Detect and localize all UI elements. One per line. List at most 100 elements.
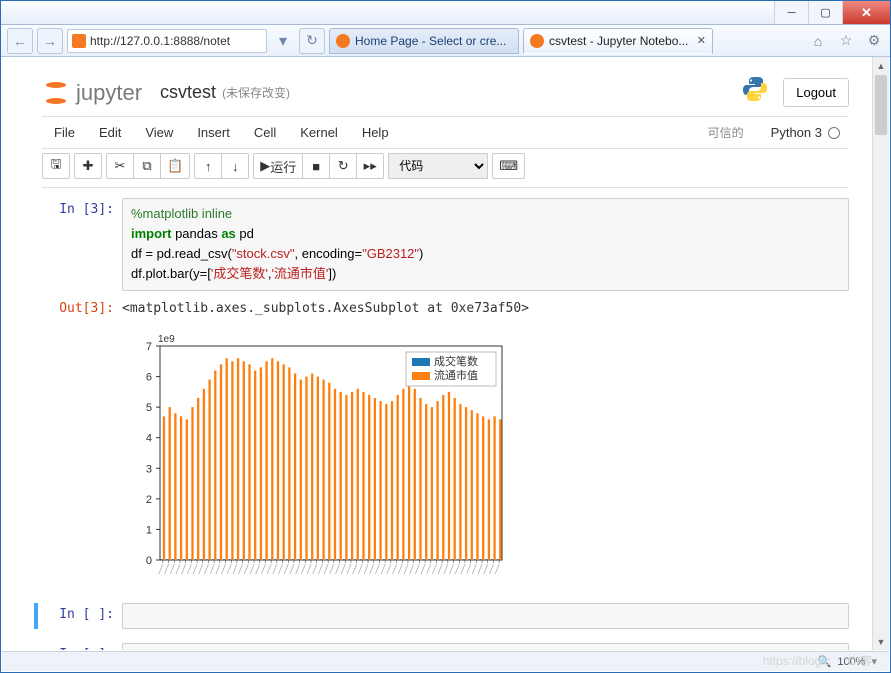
- code-input-area[interactable]: [122, 603, 849, 629]
- svg-text:4: 4: [146, 433, 152, 445]
- output-chart: 012345671e9成交笔数流通市值: [122, 320, 849, 597]
- run-button[interactable]: ▶ 运行: [253, 153, 303, 179]
- code-token: df = pd.read_csv(: [131, 246, 232, 261]
- input-prompt: In [ ]:: [42, 603, 122, 629]
- svg-text:6: 6: [146, 372, 152, 384]
- jupyter-logo[interactable]: jupyter: [42, 79, 142, 107]
- tab-label: Home Page - Select or cre...: [355, 34, 506, 48]
- kernel-indicator[interactable]: Python 3: [762, 121, 849, 144]
- window-maximize-button[interactable]: ▢: [808, 1, 842, 24]
- svg-text:0: 0: [146, 555, 152, 567]
- menu-file[interactable]: File: [42, 121, 87, 144]
- svg-text:1: 1: [146, 525, 152, 537]
- move-down-button[interactable]: ↓: [221, 153, 249, 179]
- run-label: 运行: [270, 157, 296, 176]
- input-prompt: In [3]:: [42, 198, 122, 291]
- dropdown-icon[interactable]: ▾: [271, 31, 295, 51]
- code-token: import: [131, 226, 171, 241]
- svg-text:1e9: 1e9: [158, 334, 175, 345]
- window-minimize-button[interactable]: ─: [774, 1, 808, 24]
- interrupt-button[interactable]: ■: [302, 153, 330, 179]
- tab-home-page[interactable]: Home Page - Select or cre...: [329, 28, 519, 54]
- output-cell-3: Out[3]: <matplotlib.axes._subplots.AxesS…: [42, 297, 849, 597]
- site-favicon-icon: [72, 34, 86, 48]
- code-cell-3[interactable]: In [3]: %matplotlib inline import pandas…: [42, 198, 849, 291]
- kernel-name: Python 3: [771, 125, 822, 140]
- jupyter-brand-text: jupyter: [76, 80, 142, 106]
- code-token: pandas: [171, 226, 221, 241]
- back-button[interactable]: ←: [7, 28, 33, 54]
- url-text: http://127.0.0.1:8888/notet: [90, 34, 230, 48]
- jupyter-header: jupyter csvtest (未保存改变) Logout: [42, 71, 849, 116]
- cell-type-select[interactable]: 代码: [388, 153, 488, 179]
- output-prompt: Out[3]:: [42, 297, 122, 597]
- code-token: "GB2312": [362, 246, 419, 261]
- jupyter-favicon-icon: [336, 34, 350, 48]
- tab-csvtest[interactable]: csvtest - Jupyter Notebo... ✕: [523, 28, 713, 54]
- zoom-magnifier-icon[interactable]: 🔍: [818, 655, 832, 668]
- tab-close-button[interactable]: ✕: [697, 34, 706, 47]
- copy-button[interactable]: ⧉: [133, 153, 161, 179]
- kernel-status-icon: [828, 127, 840, 139]
- save-button[interactable]: 🖫: [42, 153, 70, 179]
- python-logo-icon: [741, 75, 769, 110]
- restart-run-all-button[interactable]: ▸▸: [356, 153, 384, 179]
- forward-button[interactable]: →: [37, 28, 63, 54]
- add-cell-button[interactable]: ✚: [74, 153, 102, 179]
- zoom-level[interactable]: 100%: [837, 656, 865, 668]
- jupyter-favicon-icon: [530, 34, 544, 48]
- svg-text:5: 5: [146, 403, 152, 415]
- toolbar: 🖫 ✚ ✂ ⧉ 📋 ↑ ↓ ▶ 运行 ■ ↻ ▸▸ 代: [42, 148, 849, 188]
- empty-code-cell[interactable]: In [ ]:: [42, 643, 849, 650]
- code-token: pd: [236, 226, 254, 241]
- svg-text:流通市值: 流通市值: [434, 368, 478, 382]
- refresh-button[interactable]: ↻: [299, 28, 325, 54]
- code-token: , encoding=: [295, 246, 363, 261]
- input-prompt: In [ ]:: [42, 643, 122, 650]
- menu-view[interactable]: View: [133, 121, 185, 144]
- menu-kernel[interactable]: Kernel: [288, 121, 350, 144]
- cut-button[interactable]: ✂: [106, 153, 134, 179]
- menu-cell[interactable]: Cell: [242, 121, 288, 144]
- code-token: "stock.csv": [232, 246, 295, 261]
- window-titlebar: ─ ▢ ✕: [1, 1, 890, 25]
- menu-help[interactable]: Help: [350, 121, 401, 144]
- code-token: '成交笔数': [211, 266, 268, 281]
- code-token: %matplotlib inline: [131, 206, 232, 221]
- paste-button[interactable]: 📋: [160, 153, 190, 179]
- svg-text:3: 3: [146, 464, 152, 476]
- move-up-button[interactable]: ↑: [194, 153, 222, 179]
- menu-bar: File Edit View Insert Cell Kernel Help 可…: [42, 116, 849, 148]
- favorites-icon[interactable]: ☆: [836, 31, 856, 51]
- notebook-area: In [3]: %matplotlib inline import pandas…: [42, 188, 849, 650]
- restart-button[interactable]: ↻: [329, 153, 357, 179]
- notebook-name[interactable]: csvtest: [160, 82, 216, 103]
- code-token: df.plot.bar(y=[: [131, 266, 211, 281]
- page-viewport: jupyter csvtest (未保存改变) Logout File Edit…: [2, 57, 889, 650]
- menu-edit[interactable]: Edit: [87, 121, 133, 144]
- logout-button[interactable]: Logout: [783, 78, 849, 107]
- vertical-scrollbar[interactable]: ▲ ▼: [872, 57, 889, 650]
- output-repr: <matplotlib.axes._subplots.AxesSubplot a…: [122, 297, 849, 320]
- code-input-area[interactable]: [122, 643, 849, 650]
- home-icon[interactable]: ⌂: [808, 31, 828, 51]
- jupyter-orb-icon: [42, 79, 70, 107]
- command-palette-button[interactable]: ⌨: [492, 153, 525, 179]
- window-close-button[interactable]: ✕: [842, 1, 890, 24]
- code-token: '流通市值': [271, 266, 328, 281]
- code-token: as: [221, 226, 235, 241]
- trusted-indicator[interactable]: 可信的: [700, 122, 752, 143]
- scroll-up-icon[interactable]: ▲: [873, 57, 889, 74]
- bar-chart: 012345671e9成交笔数流通市值: [122, 328, 512, 588]
- code-input-area[interactable]: %matplotlib inline import pandas as pd d…: [122, 198, 849, 291]
- address-bar[interactable]: http://127.0.0.1:8888/notet: [67, 29, 267, 53]
- empty-code-cell[interactable]: In [ ]:: [34, 603, 849, 629]
- scroll-thumb[interactable]: [875, 75, 887, 135]
- menu-insert[interactable]: Insert: [185, 121, 242, 144]
- scroll-down-icon[interactable]: ▼: [873, 633, 889, 650]
- settings-gear-icon[interactable]: ⚙: [864, 31, 884, 51]
- code-token: ): [419, 246, 423, 261]
- svg-text:2: 2: [146, 494, 152, 506]
- browser-toolbar: ← → http://127.0.0.1:8888/notet ▾ ↻ Home…: [1, 25, 890, 57]
- tab-label: csvtest - Jupyter Notebo...: [549, 34, 688, 48]
